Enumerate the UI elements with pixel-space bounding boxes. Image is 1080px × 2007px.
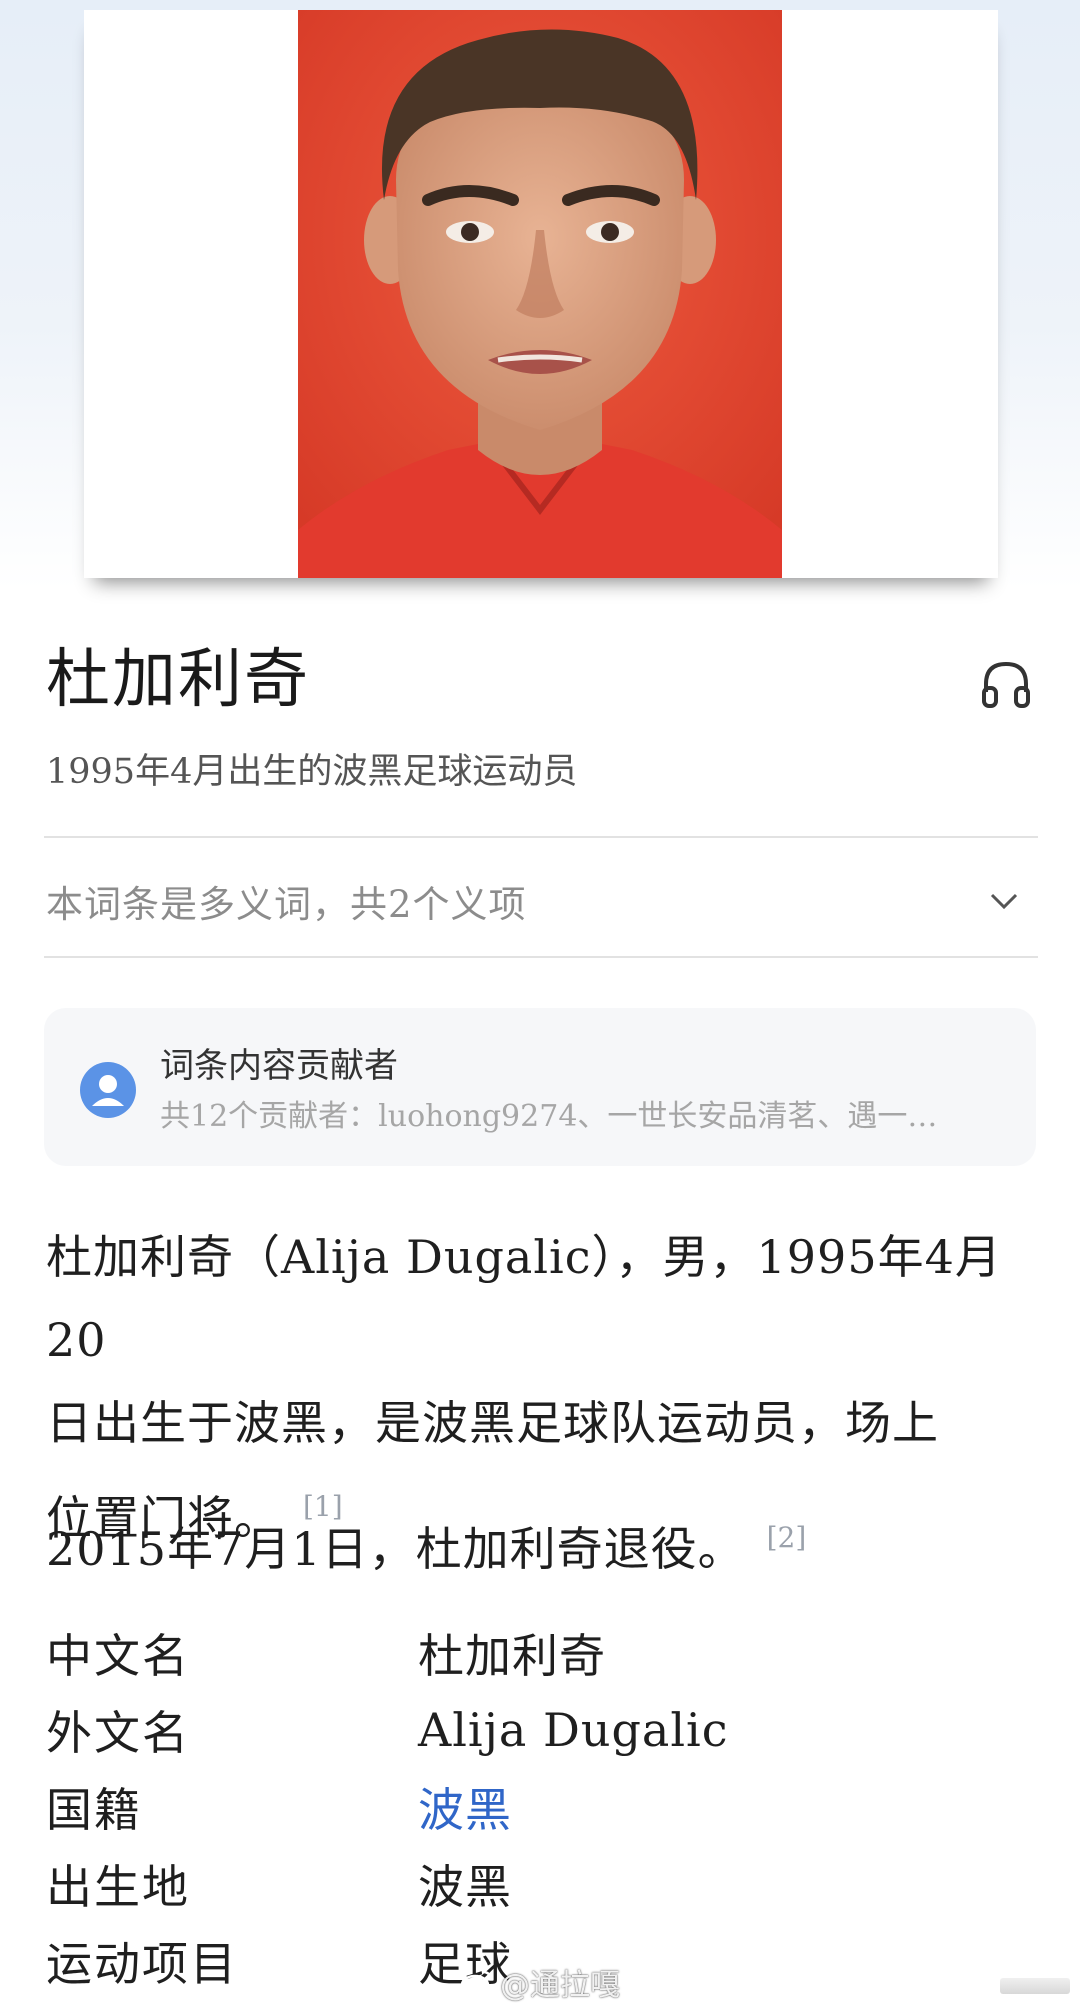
infobox-row: 外文名 Alija Dugalic bbox=[46, 1691, 1040, 1768]
polysemy-label: 本词条是多义词，共2个义项 bbox=[46, 883, 527, 926]
infobox-row: 出生地 波黑 bbox=[46, 1845, 1040, 1922]
citation-link[interactable]: [2] bbox=[767, 1521, 807, 1554]
infobox-key: 外文名 bbox=[46, 1705, 190, 1760]
photo-card bbox=[84, 10, 998, 578]
polysemy-toggle[interactable]: 本词条是多义词，共2个义项 bbox=[46, 866, 1036, 936]
contributors-description: 共12个贡献者：luohong9274、一世长安品清茗、遇一… bbox=[160, 1099, 938, 1134]
infobox-key: 国籍 bbox=[46, 1782, 142, 1837]
infobox-key: 中文名 bbox=[46, 1628, 190, 1683]
home-indicator bbox=[1000, 1978, 1070, 1994]
infobox-row: 中文名 杜加利奇 bbox=[46, 1614, 1040, 1691]
user-avatar-icon bbox=[80, 1062, 136, 1118]
summary-line: 日出生于波黑，是波黑足球队运动员，场上 bbox=[46, 1396, 939, 1450]
infobox-value: 杜加利奇 bbox=[418, 1628, 606, 1683]
retirement-paragraph: 2015年7月1日，杜加利奇退役。 [2] bbox=[46, 1496, 1040, 1591]
chevron-down-icon bbox=[990, 893, 1018, 910]
infobox-value: Alija Dugalic bbox=[418, 1702, 729, 1757]
divider bbox=[44, 836, 1038, 838]
nationality-link[interactable]: 波黑 bbox=[418, 1774, 512, 1840]
entry-title: 杜加利奇 bbox=[46, 643, 310, 717]
headphones-icon[interactable] bbox=[978, 656, 1034, 712]
portrait-photo[interactable] bbox=[298, 10, 782, 578]
watermark-text: @通拉嘎 bbox=[500, 1968, 620, 2003]
infobox-key: 运动项目 bbox=[46, 1936, 238, 1991]
infobox-row: 国籍 波黑 bbox=[46, 1768, 1040, 1845]
contributors-card[interactable]: 词条内容贡献者 共12个贡献者：luohong9274、一世长安品清茗、遇一… bbox=[44, 1008, 1036, 1166]
divider bbox=[44, 956, 1038, 958]
infobox-key: 出生地 bbox=[46, 1859, 190, 1914]
entry-subtitle: 1995年4月出生的波黑足球运动员 bbox=[46, 752, 578, 792]
infobox-value: 波黑 bbox=[418, 1859, 512, 1914]
weibo-icon bbox=[460, 1970, 493, 1996]
contributors-title: 词条内容贡献者 bbox=[160, 1046, 398, 1086]
retirement-text: 2015年7月1日，杜加利奇退役。 bbox=[46, 1522, 745, 1576]
infobox: 中文名 杜加利奇 外文名 Alija Dugalic 国籍 波黑 出生地 波黑 … bbox=[46, 1614, 1040, 1999]
summary-line: 杜加利奇（Alija Dugalic），男，1995年4月20 bbox=[46, 1230, 1002, 1367]
weibo-watermark: @通拉嘎 bbox=[460, 1960, 620, 2004]
portrait-illustration bbox=[298, 10, 782, 578]
